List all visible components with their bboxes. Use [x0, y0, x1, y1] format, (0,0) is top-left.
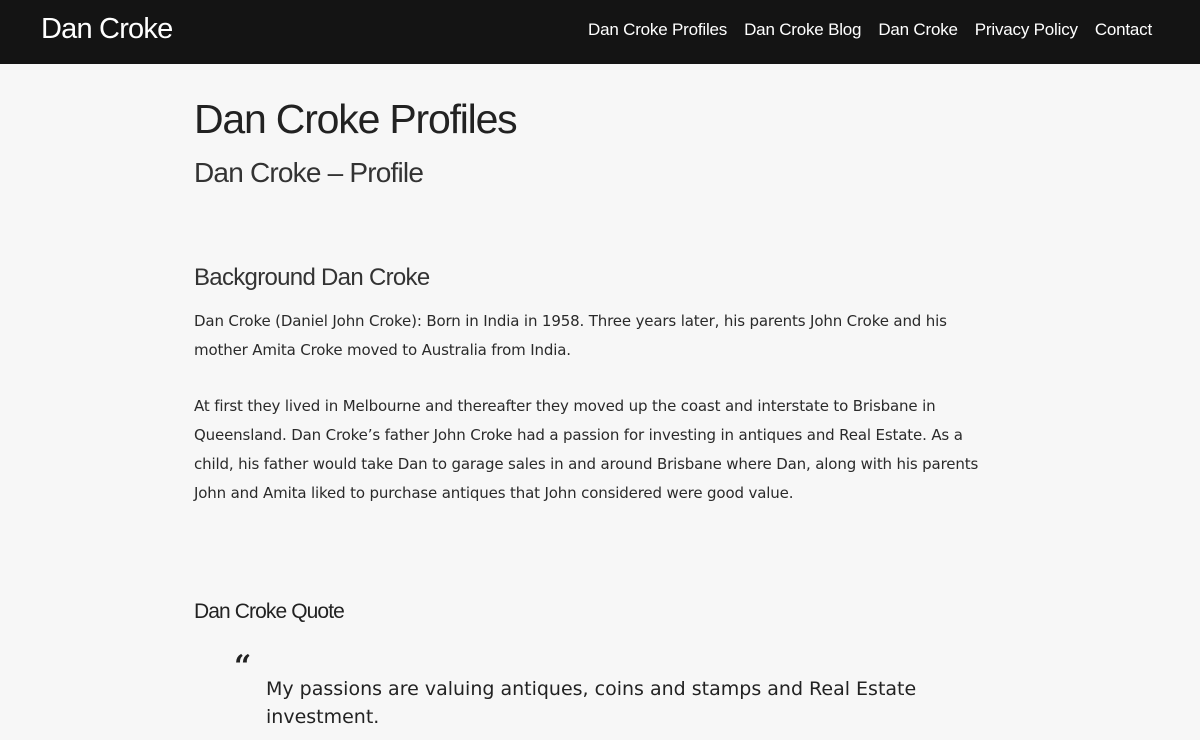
blockquote-text: My passions are valuing antiques, coins …	[266, 678, 917, 728]
main-nav: Dan Croke Profiles Dan Croke Blog Dan Cr…	[588, 20, 1152, 40]
page-title: Dan Croke Profiles	[194, 96, 518, 142]
section-heading-background: Background Dan Croke	[194, 264, 430, 291]
nav-dan-croke[interactable]: Dan Croke	[878, 20, 958, 40]
site-title-link[interactable]: Dan Croke	[41, 13, 173, 46]
nav-dan-croke-blog[interactable]: Dan Croke Blog	[744, 20, 861, 40]
nav-dan-croke-profiles[interactable]: Dan Croke Profiles	[588, 20, 727, 40]
paragraph-background-1: Dan Croke (Daniel John Croke): Born in I…	[194, 312, 947, 359]
page-subtitle: Dan Croke – Profile	[194, 157, 424, 188]
quote-mark-icon: “	[234, 649, 252, 684]
paragraph-background-2: At first they lived in Melbourne and the…	[194, 397, 979, 502]
site-header: Dan Croke Dan Croke Profiles Dan Croke B…	[0, 0, 1200, 64]
quote-heading: Dan Croke Quote	[194, 600, 345, 623]
nav-contact[interactable]: Contact	[1095, 20, 1152, 40]
nav-privacy-policy[interactable]: Privacy Policy	[975, 20, 1078, 40]
